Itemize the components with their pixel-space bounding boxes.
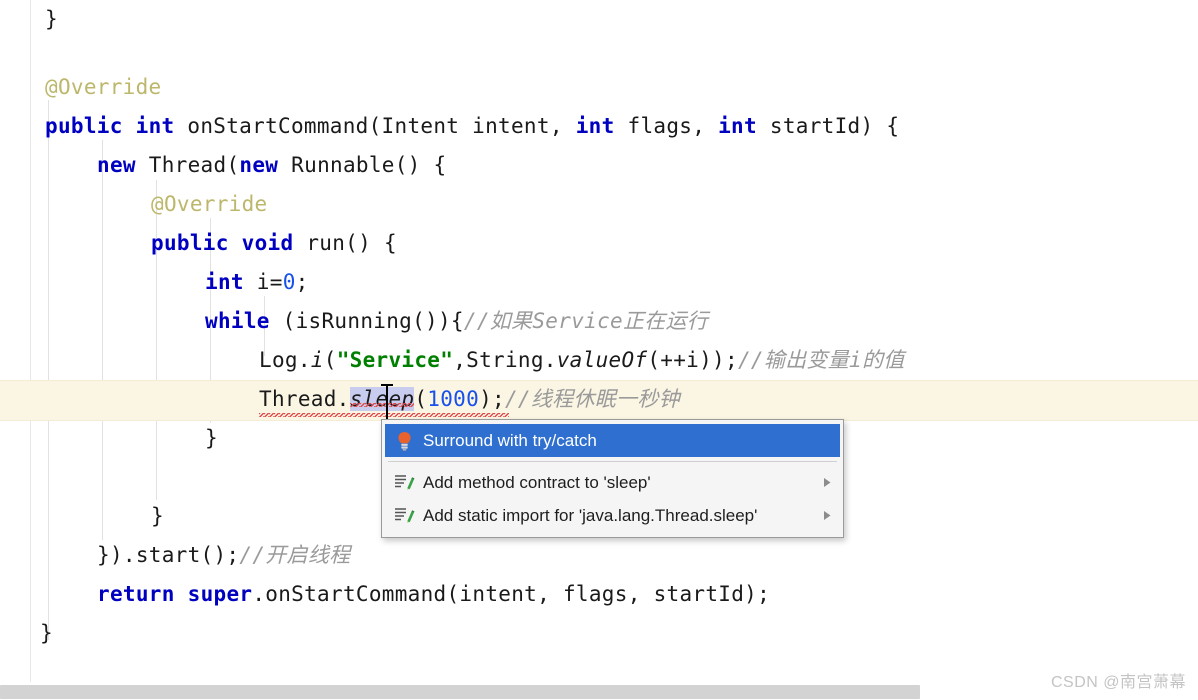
code-token-str: "Service" [336, 348, 454, 372]
code-token-kw: public [151, 231, 229, 255]
code-token-plain: flags, [614, 114, 719, 138]
code-line[interactable]: } [0, 614, 1198, 653]
menu-separator [388, 461, 837, 462]
code-token-kw: new [239, 153, 279, 177]
error-squiggle [259, 413, 509, 417]
code-line[interactable]: int i=0; [0, 263, 1198, 302]
code-token-kw: return [97, 582, 175, 606]
code-token-plain: (++i)); [647, 348, 738, 372]
code-token-plain: startId) { [756, 114, 900, 138]
code-token-plain: Thread. [259, 387, 350, 411]
code-token-plain: }).start(); [97, 543, 240, 567]
code-line[interactable]: Thread.sleep(1000);//线程休眠一秒钟 [0, 380, 1198, 419]
code-token-plain: ; [295, 270, 309, 294]
code-token-ann: @Override [151, 192, 268, 216]
code-token-kw: void [241, 231, 294, 255]
code-token-plain: .onStartCommand(intent, flags, startId); [252, 582, 771, 606]
code-line[interactable]: return super.onStartCommand(intent, flag… [0, 575, 1198, 614]
menu-item-label: Surround with try/catch [423, 430, 597, 450]
code-line[interactable]: }).start();//开启线程 [0, 536, 1198, 575]
code-token-cmt: //线程休眠一秒钟 [504, 387, 680, 411]
code-token-plain: (isRunning()){ [269, 309, 464, 333]
selected-token-sleep: sleep [349, 387, 415, 411]
code-token-plain: onStartCommand(Intent intent, [174, 114, 576, 138]
code-token-kw: super [187, 582, 253, 606]
code-token-kw: new [97, 153, 136, 177]
menu-item-add-static-import[interactable]: Add static import for 'java.lang.Thread.… [382, 499, 843, 532]
code-token-plain: ); [479, 387, 505, 411]
code-line[interactable]: } [0, 0, 1198, 39]
code-line[interactable]: while (isRunning()){//如果Service正在运行 [0, 302, 1198, 341]
chevron-right-icon[interactable] [819, 477, 835, 488]
code-token-cmt: //如果Service正在运行 [463, 309, 709, 333]
code-line[interactable]: public void run() { [0, 224, 1198, 263]
code-line[interactable]: new Thread(new Runnable() { [0, 146, 1198, 185]
code-token-plain: } [151, 504, 164, 528]
intention-actions-menu[interactable]: Surround with try/catch Add method contr… [381, 419, 844, 538]
code-token-plain: } [205, 426, 218, 450]
code-line[interactable]: Log.i("Service",String.valueOf(++i));//输… [0, 341, 1198, 380]
lightbulb-icon [392, 430, 416, 452]
chevron-right-icon[interactable] [819, 510, 835, 521]
code-line[interactable]: @Override [0, 185, 1198, 224]
code-token-plain: run() { [293, 231, 397, 255]
code-token-cmt: //开启线程 [239, 543, 351, 567]
code-token-num: 1000 [427, 387, 480, 411]
code-token-kw: int [718, 114, 757, 138]
quickfix-pencil-icon [392, 472, 416, 494]
code-line[interactable]: @Override [0, 68, 1198, 107]
menu-item-label: Add static import for 'java.lang.Thread.… [423, 505, 758, 525]
code-token-plain: ,String. [453, 348, 557, 372]
horizontal-scrollbar[interactable] [0, 684, 1198, 700]
menu-item-add-method-contract[interactable]: Add method contract to 'sleep' [382, 466, 843, 499]
code-token-ann: @Override [45, 75, 162, 99]
code-token-num: 0 [282, 270, 296, 294]
menu-item-surround-with-try-catch[interactable]: Surround with try/catch [385, 424, 840, 457]
code-token-plain: ( [323, 348, 337, 372]
code-token-plain: } [40, 621, 53, 645]
horizontal-scrollbar-thumb[interactable] [0, 685, 920, 699]
code-token-mth: valueOf [556, 348, 648, 372]
code-token-mth: i [310, 348, 324, 372]
code-token-plain: Thread( [135, 153, 240, 177]
quickfix-pencil-icon [392, 505, 416, 527]
menu-item-label: Add method contract to 'sleep' [423, 472, 651, 492]
code-token-kw: int [205, 270, 244, 294]
watermark: CSDN @南宫萧幕 [1050, 674, 1186, 691]
code-line[interactable]: public int onStartCommand(Intent intent,… [0, 107, 1198, 146]
code-token-kw: int [575, 114, 615, 138]
code-token-plain: } [45, 7, 58, 31]
code-token-kw: int [135, 114, 175, 138]
code-token-plain: i= [243, 270, 283, 294]
code-token-cmt: //输出变量i的值 [737, 348, 905, 372]
code-token-plain: Log. [259, 348, 311, 372]
code-token-kw: public [45, 114, 123, 138]
code-editor[interactable]: } @Override public int onStartCommand(Inte… [0, 0, 1198, 682]
code-token-kw: while [205, 309, 270, 333]
code-token-plain: ( [414, 387, 428, 411]
code-token-plain: Runnable() { [278, 153, 447, 177]
